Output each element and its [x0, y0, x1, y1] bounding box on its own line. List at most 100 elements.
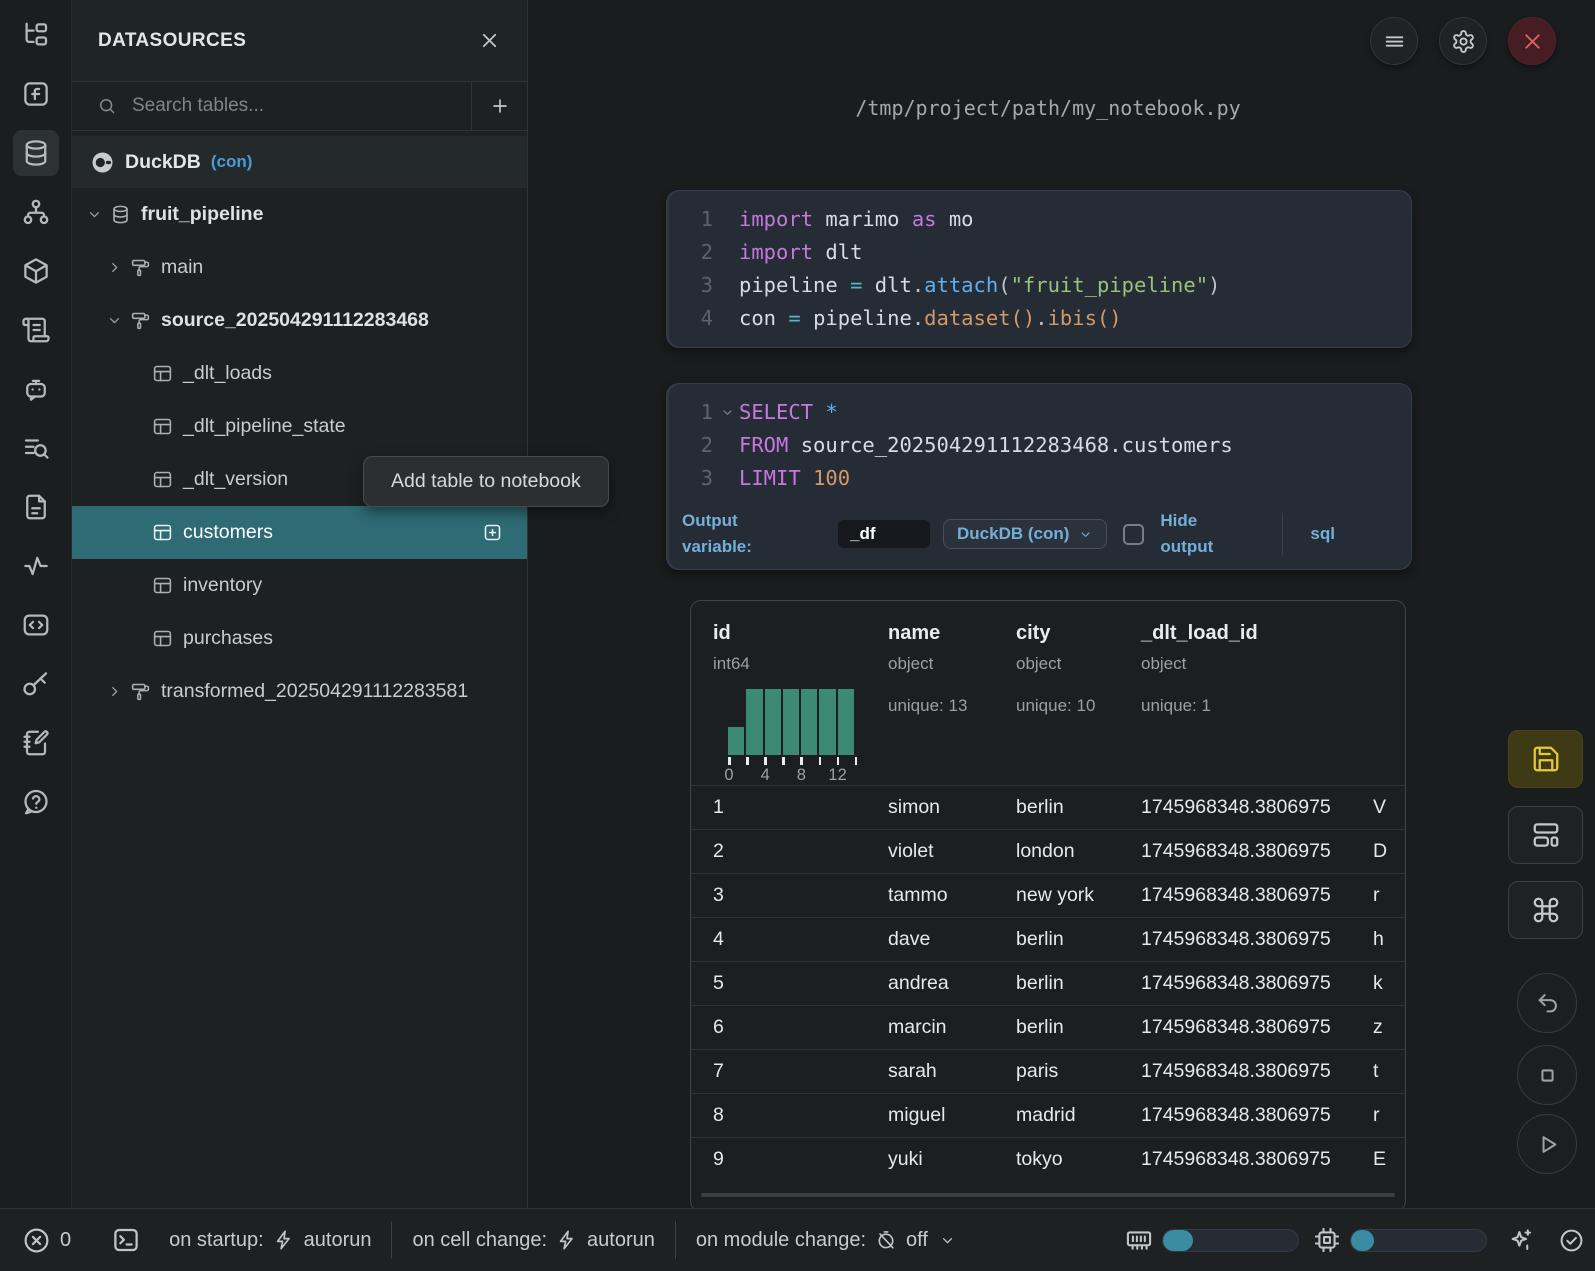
table-body: 1simonberlin1745968348.3806975V2violetlo…	[691, 785, 1405, 1181]
sql-cell[interactable]: 1SELECT *2FROM source_202504291112283468…	[666, 383, 1412, 570]
sidebar-item-bot[interactable]	[13, 366, 59, 412]
tree-item-_dlt_loads[interactable]: _dlt_loads	[72, 347, 527, 400]
sidebar-item-help-circle[interactable]	[13, 779, 59, 825]
menu-button[interactable]	[1370, 17, 1418, 65]
line-number: 3	[677, 462, 713, 495]
duckdb-logo-icon	[90, 150, 115, 175]
connection-status-icon[interactable]	[1558, 1227, 1585, 1254]
table-icon	[152, 628, 173, 649]
sidebar-item-scroll-text[interactable]	[13, 307, 59, 353]
tree-item-transformed_202504291112283581[interactable]: transformed_202504291112283581	[72, 665, 527, 718]
database-icon	[110, 204, 131, 225]
tree-item-source_202504291112283468[interactable]: source_202504291112283468	[72, 294, 527, 347]
table-row: 4daveberlin1745968348.3806975h	[691, 917, 1405, 961]
sidebar-item-function-square[interactable]	[13, 71, 59, 117]
sidebar-item-file-tree[interactable]	[13, 12, 59, 58]
engine-select[interactable]: DuckDB (con)	[943, 519, 1107, 549]
code-line: 2import dlt	[667, 236, 1411, 269]
search-input[interactable]	[132, 95, 471, 117]
output-variable-label: Output variable:	[682, 508, 794, 561]
chevron-down-icon	[1078, 527, 1093, 542]
resource-indicators	[1125, 1226, 1585, 1254]
code-line: 3pipeline = dlt.attach("fruit_pipeline")	[667, 269, 1411, 302]
x-button[interactable]	[1508, 17, 1556, 65]
table-scrollbar[interactable]	[701, 1193, 1395, 1197]
circle-slash-icon	[875, 1229, 897, 1251]
menu-icon	[1382, 29, 1407, 54]
sidebar-item-code-square[interactable]	[13, 602, 59, 648]
setting-on-startup[interactable]: on startup:autorun	[169, 1229, 371, 1252]
sidebar-item-key[interactable]	[13, 661, 59, 707]
ai-sparkles-icon[interactable]	[1507, 1227, 1534, 1254]
panel-title: DATASOURCES	[98, 30, 246, 52]
play-button[interactable]	[1517, 1114, 1577, 1174]
notebook-path[interactable]: /tmp/project/path/my_notebook.py	[528, 96, 1568, 120]
sidebar-item-dependency-graph[interactable]	[13, 189, 59, 235]
line-number: 2	[677, 429, 713, 462]
settings-icon	[1451, 29, 1476, 54]
connection-row[interactable]: DuckDB (con)	[72, 136, 527, 188]
fold-icon[interactable]	[720, 405, 735, 420]
plus-icon	[489, 95, 511, 117]
chevron-right-icon[interactable]	[106, 683, 123, 700]
tree-item-main[interactable]: main	[72, 241, 527, 294]
column-header-name: nameobjectunique: 13	[888, 621, 1016, 785]
tree-item-_dlt_pipeline_state[interactable]: _dlt_pipeline_state	[72, 400, 527, 453]
divider	[1282, 513, 1283, 555]
layout-button[interactable]	[1508, 806, 1583, 864]
sidebar-item-list-search[interactable]	[13, 425, 59, 471]
chevron-right-icon[interactable]	[106, 259, 123, 276]
sidebar-item-database[interactable]	[13, 130, 59, 176]
table-row: 1simonberlin1745968348.3806975V	[691, 785, 1405, 829]
save-button[interactable]	[1508, 730, 1583, 788]
tree-item-customers[interactable]: customers	[72, 506, 527, 559]
add-table-icon[interactable]	[482, 522, 503, 543]
table-row: 8miguelmadrid1745968348.3806975r	[691, 1093, 1405, 1137]
table-icon	[152, 363, 173, 384]
table-row: 5andreaberlin1745968348.3806975k	[691, 961, 1405, 1005]
code-editor[interactable]: 1import marimo as mo2import dlt3pipeline…	[667, 191, 1411, 335]
add-datasource-button[interactable]	[471, 82, 527, 130]
settings-button[interactable]	[1439, 17, 1487, 65]
sidebar-item-file-text[interactable]	[13, 484, 59, 530]
error-indicator[interactable]: 0	[22, 1226, 71, 1255]
tree-item-fruit_pipeline[interactable]: fruit_pipeline	[72, 188, 527, 241]
undo-button[interactable]	[1517, 973, 1577, 1033]
sidebar-item-notebook-pen[interactable]	[13, 720, 59, 766]
tree-item-label: transformed_202504291112283581	[161, 680, 468, 703]
cpu-meter[interactable]	[1350, 1229, 1487, 1252]
sidebar-item-activity[interactable]	[13, 543, 59, 589]
hide-output-checkbox[interactable]	[1123, 524, 1144, 545]
panel-header: DATASOURCES	[72, 0, 527, 82]
tree-item-label: _dlt_version	[183, 468, 288, 491]
sidebar-item-package[interactable]	[13, 248, 59, 294]
table-header: idint6404812nameobjectunique: 13cityobje…	[691, 601, 1405, 785]
setting-label: on cell change:	[412, 1229, 547, 1252]
output-variable-input[interactable]	[838, 520, 930, 548]
sql-editor[interactable]: 1SELECT *2FROM source_202504291112283468…	[667, 384, 1411, 495]
tree-item-label: customers	[183, 521, 273, 544]
line-number: 1	[677, 203, 713, 236]
code-line: 1import marimo as mo	[667, 203, 1411, 236]
terminal-icon[interactable]	[111, 1225, 141, 1255]
save-icon	[1531, 744, 1561, 774]
command-button[interactable]	[1508, 881, 1583, 939]
file-tree-icon	[21, 20, 51, 50]
stop-button[interactable]	[1517, 1045, 1577, 1105]
tree-item-label: source_202504291112283468	[161, 309, 429, 332]
chevron-down-icon[interactable]	[106, 312, 123, 329]
setting-on-module-change[interactable]: on module change:off	[696, 1229, 956, 1252]
chevron-down-icon[interactable]	[86, 206, 103, 223]
setting-on-cell-change[interactable]: on cell change:autorun	[412, 1229, 654, 1252]
tree-item-purchases[interactable]: purchases	[72, 612, 527, 665]
close-panel-icon[interactable]	[478, 29, 501, 52]
code-cell[interactable]: 1import marimo as mo2import dlt3pipeline…	[666, 190, 1412, 348]
tree-item-inventory[interactable]: inventory	[72, 559, 527, 612]
cpu-icon	[1313, 1226, 1341, 1254]
layout-icon	[1531, 820, 1561, 850]
search-row	[72, 82, 527, 131]
code-line: 2FROM source_202504291112283468.customer…	[667, 429, 1411, 462]
result-table: idint6404812nameobjectunique: 13cityobje…	[690, 600, 1406, 1212]
table-row: 2violetlondon1745968348.3806975D	[691, 829, 1405, 873]
memory-meter[interactable]	[1162, 1229, 1299, 1252]
